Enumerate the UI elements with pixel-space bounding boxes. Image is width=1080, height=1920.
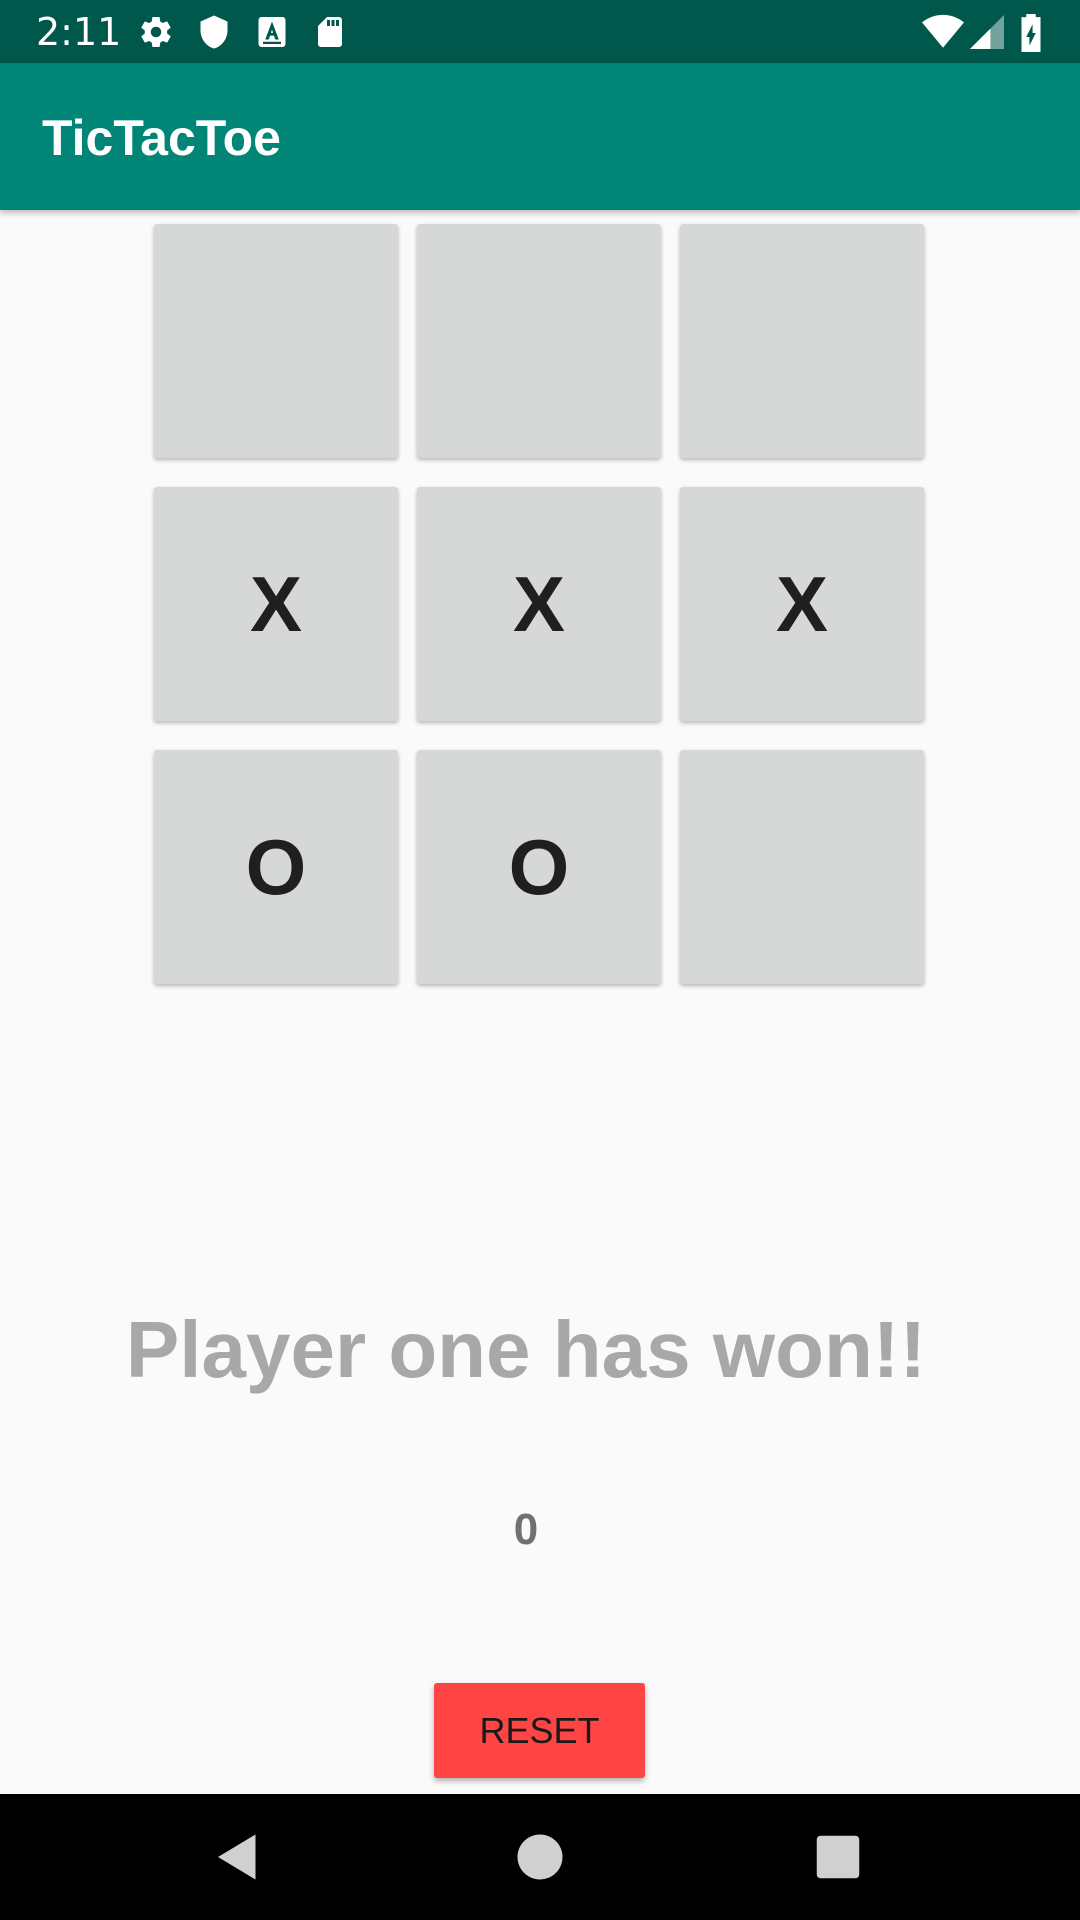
- app-title: TicTacToe: [42, 110, 281, 166]
- board-cell-5[interactable]: X: [417, 487, 661, 721]
- battery-charging-icon: [1021, 14, 1041, 52]
- text-a-icon: [258, 17, 286, 47]
- board-cell-4[interactable]: X: [154, 487, 398, 721]
- gear-icon: [141, 17, 171, 48]
- board-cell-6[interactable]: X: [680, 487, 924, 721]
- app-bar: TicTacToe: [0, 63, 1080, 210]
- shield-icon: [200, 15, 228, 49]
- board-cell-3[interactable]: [680, 224, 924, 458]
- board-cell-1[interactable]: [154, 224, 398, 458]
- board-cell-8[interactable]: O: [417, 750, 661, 984]
- sd-card-icon: [318, 17, 342, 47]
- navigation-bar: [0, 1794, 1080, 1920]
- board-cell-2[interactable]: [417, 224, 661, 458]
- recents-icon[interactable]: [808, 1827, 868, 1887]
- status-bar: 2:11: [0, 0, 1080, 63]
- score-counter: 0: [513, 1505, 539, 1554]
- game-board: X X X O O: [154, 224, 925, 984]
- reset-button[interactable]: RESET: [434, 1683, 645, 1778]
- signal-icon: [970, 15, 1004, 49]
- board-cell-9[interactable]: [680, 750, 924, 984]
- wifi-icon: [922, 14, 964, 48]
- status-time: 2:11: [36, 10, 122, 54]
- game-status-message: Player one has won!!: [125, 1305, 927, 1394]
- home-icon[interactable]: [510, 1827, 570, 1887]
- board-cell-7[interactable]: O: [154, 750, 398, 984]
- back-icon[interactable]: [208, 1827, 268, 1887]
